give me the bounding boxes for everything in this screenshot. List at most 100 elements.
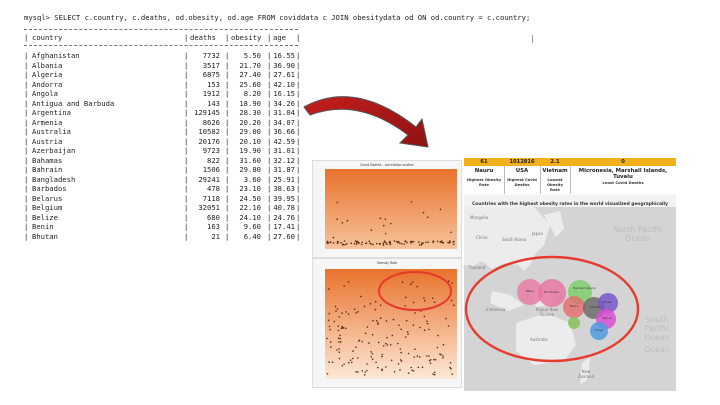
scatter-point bbox=[357, 310, 359, 313]
scatter-point bbox=[328, 361, 330, 363]
map-label-mongolia: Mongolia bbox=[470, 215, 489, 220]
scatter-point bbox=[360, 295, 362, 298]
scatter-point bbox=[417, 366, 420, 369]
scatter-point bbox=[355, 312, 358, 314]
scatter-point bbox=[419, 326, 421, 329]
cell-deaths: 3517 bbox=[202, 60, 220, 70]
scatter-point bbox=[355, 371, 357, 373]
map-panel[interactable]: Palau Micronesia Marshall Islands Nauru … bbox=[464, 195, 676, 391]
cell-age: 17.41 bbox=[273, 222, 295, 231]
scatter-point bbox=[328, 312, 331, 315]
scatter-point bbox=[414, 348, 416, 351]
scatter-point bbox=[393, 240, 396, 242]
scatter-point bbox=[381, 369, 383, 372]
scatter-point bbox=[364, 371, 366, 373]
scatter-point bbox=[326, 242, 328, 244]
scatter-point bbox=[382, 345, 385, 347]
map-label-japan: Japan bbox=[532, 231, 544, 236]
scatter-point bbox=[451, 282, 454, 284]
cell-country: Austria bbox=[32, 136, 63, 146]
scatter-point bbox=[447, 325, 450, 327]
scatter-point bbox=[332, 242, 335, 244]
scatter-point bbox=[450, 367, 452, 370]
scatter-point bbox=[401, 281, 404, 283]
scatter-point bbox=[377, 366, 379, 369]
scatter-point bbox=[379, 217, 382, 220]
scatter-point bbox=[386, 336, 388, 339]
scatter-point bbox=[371, 333, 374, 336]
scatter-point bbox=[342, 243, 344, 246]
cell-obesity: 20.10 bbox=[239, 136, 261, 146]
map-label-thailand: Thailand bbox=[468, 265, 486, 270]
col-deaths: deaths bbox=[190, 33, 216, 42]
cell-deaths: 822 bbox=[207, 155, 220, 165]
cell-deaths: 32051 bbox=[198, 203, 220, 212]
deaths-scatter-panel[interactable]: Covid Deaths - correlation scatter bbox=[312, 160, 462, 258]
scatter-point bbox=[445, 317, 447, 320]
map-label-papua: Papua New Guinea bbox=[535, 307, 559, 317]
scatter-point bbox=[357, 241, 359, 244]
scatter-point bbox=[416, 355, 419, 357]
scatter-point bbox=[433, 373, 436, 376]
cell-deaths: 7118 bbox=[202, 193, 220, 203]
cell-age: 24.76 bbox=[273, 212, 295, 222]
scatter-point bbox=[442, 357, 444, 359]
map-title: Countries with the highest obesity rates… bbox=[472, 202, 668, 207]
scatter-point bbox=[339, 334, 341, 337]
scatter-point bbox=[453, 304, 455, 306]
scatter-point bbox=[348, 361, 350, 364]
cell-deaths: 10582 bbox=[198, 127, 220, 136]
scatter-point bbox=[338, 348, 340, 350]
scatter-point bbox=[426, 320, 428, 323]
scatter-point bbox=[404, 240, 407, 242]
scatter-point bbox=[342, 327, 345, 329]
scatter-point bbox=[363, 305, 366, 308]
cell-country: Afghanistan bbox=[32, 51, 80, 60]
scatter-point bbox=[366, 363, 368, 365]
scatter-point bbox=[336, 218, 338, 221]
cell-obesity: 22.10 bbox=[239, 203, 261, 212]
obesity-scatter-panel[interactable]: Obesity Rate bbox=[312, 258, 462, 388]
cell-deaths: 1506 bbox=[202, 165, 220, 174]
scatter-point bbox=[375, 361, 377, 364]
scatter-point bbox=[371, 352, 374, 355]
col-obesity: obesity bbox=[231, 33, 262, 42]
scatter-point bbox=[453, 240, 455, 243]
scatter-point bbox=[346, 219, 349, 222]
cell-age: 34.07 bbox=[273, 117, 295, 127]
kpi-value-1: 61 bbox=[480, 159, 488, 165]
plot-area bbox=[325, 169, 457, 249]
scatter-point bbox=[433, 371, 436, 374]
scatter-point bbox=[399, 359, 402, 361]
scatter-point bbox=[331, 361, 334, 363]
cell-country: Bahrain bbox=[32, 165, 63, 174]
kpi-divider bbox=[504, 166, 505, 194]
scatter-point bbox=[403, 243, 405, 245]
scatter-point bbox=[352, 350, 354, 352]
kpi-divider bbox=[570, 166, 571, 194]
scatter-point bbox=[416, 285, 418, 288]
scatter-point bbox=[369, 303, 372, 305]
scatter-point bbox=[399, 348, 402, 350]
scatter-point bbox=[337, 242, 339, 244]
cell-deaths: 1912 bbox=[202, 89, 220, 98]
scatter-point bbox=[426, 322, 429, 325]
scatter-point bbox=[356, 241, 358, 243]
cell-obesity: 27.40 bbox=[239, 70, 261, 79]
scatter-point bbox=[397, 363, 400, 365]
scatter-point bbox=[374, 300, 377, 303]
cell-obesity: 8.20 bbox=[243, 89, 261, 98]
scatter-point bbox=[428, 359, 431, 362]
scatter-point bbox=[398, 324, 400, 326]
cell-age: 16.15 bbox=[273, 89, 295, 98]
cell-age: 27.60 bbox=[273, 231, 295, 241]
scatter-point bbox=[389, 344, 392, 346]
scatter-point bbox=[439, 353, 441, 355]
scatter-point bbox=[441, 241, 443, 244]
kpi-label-3: Lowest Obesity Rate bbox=[546, 177, 564, 192]
scatter-point bbox=[383, 241, 386, 243]
scatter-point bbox=[404, 305, 406, 307]
svg-text:Nauru: Nauru bbox=[570, 304, 579, 308]
scatter-point bbox=[413, 356, 415, 358]
map-label-ocean: Ocean bbox=[644, 345, 670, 354]
